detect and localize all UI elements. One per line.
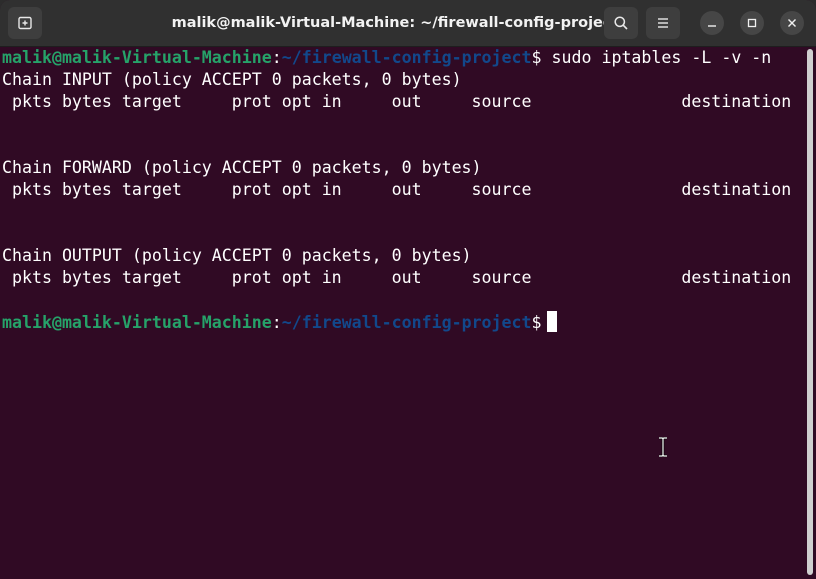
output-line: Chain OUTPUT (policy ACCEPT 0 packets, 0…	[2, 246, 472, 265]
output-line: pkts bytes target prot opt in out source…	[2, 268, 792, 287]
ibeam-cursor-icon	[659, 437, 667, 457]
prompt-symbol: $	[531, 313, 542, 332]
prompt-separator: :	[271, 48, 282, 67]
minimize-button[interactable]	[700, 11, 724, 35]
search-button[interactable]	[604, 7, 638, 39]
menu-button[interactable]	[646, 7, 680, 39]
minimize-icon	[708, 25, 716, 27]
prompt-user: malik@malik-Virtual-Machine	[2, 48, 272, 67]
window-title: malik@malik-Virtual-Machine: ~/firewall-…	[171, 15, 619, 31]
search-icon	[614, 16, 628, 30]
prompt-symbol: $	[531, 48, 542, 67]
prompt-path: ~/firewall-config-project	[281, 48, 532, 67]
command-text: sudo iptables -L -v -n	[541, 48, 772, 67]
maximize-button[interactable]	[740, 11, 764, 35]
close-button[interactable]	[780, 11, 804, 35]
terminal-window: malik@malik-Virtual-Machine: ~/firewall-…	[0, 0, 816, 579]
prompt-separator: :	[271, 313, 282, 332]
command-line: malik@malik-Virtual-Machine:~/firewall-c…	[0, 47, 806, 69]
scrollbar-thumb[interactable]	[807, 49, 813, 575]
output-line: pkts bytes target prot opt in out source…	[2, 92, 792, 111]
text-cursor	[546, 311, 557, 332]
output-line: pkts bytes target prot opt in out source…	[2, 180, 792, 199]
prompt-path: ~/firewall-config-project	[281, 313, 532, 332]
new-tab-icon	[18, 16, 32, 30]
new-tab-button[interactable]	[8, 7, 42, 39]
prompt-user: malik@malik-Virtual-Machine	[2, 313, 272, 332]
output-line: Chain FORWARD (policy ACCEPT 0 packets, …	[2, 158, 482, 177]
terminal-output-area[interactable]: malik@malik-Virtual-Machine:~/firewall-c…	[0, 47, 806, 579]
active-prompt-line[interactable]: malik@malik-Virtual-Machine:~/firewall-c…	[0, 311, 806, 333]
output-line: Chain INPUT (policy ACCEPT 0 packets, 0 …	[2, 70, 462, 89]
title-bar: malik@malik-Virtual-Machine: ~/firewall-…	[0, 0, 816, 47]
hamburger-menu-icon	[658, 18, 668, 28]
close-icon	[788, 19, 796, 27]
maximize-icon	[747, 18, 757, 28]
scrollbar[interactable]	[806, 47, 816, 579]
